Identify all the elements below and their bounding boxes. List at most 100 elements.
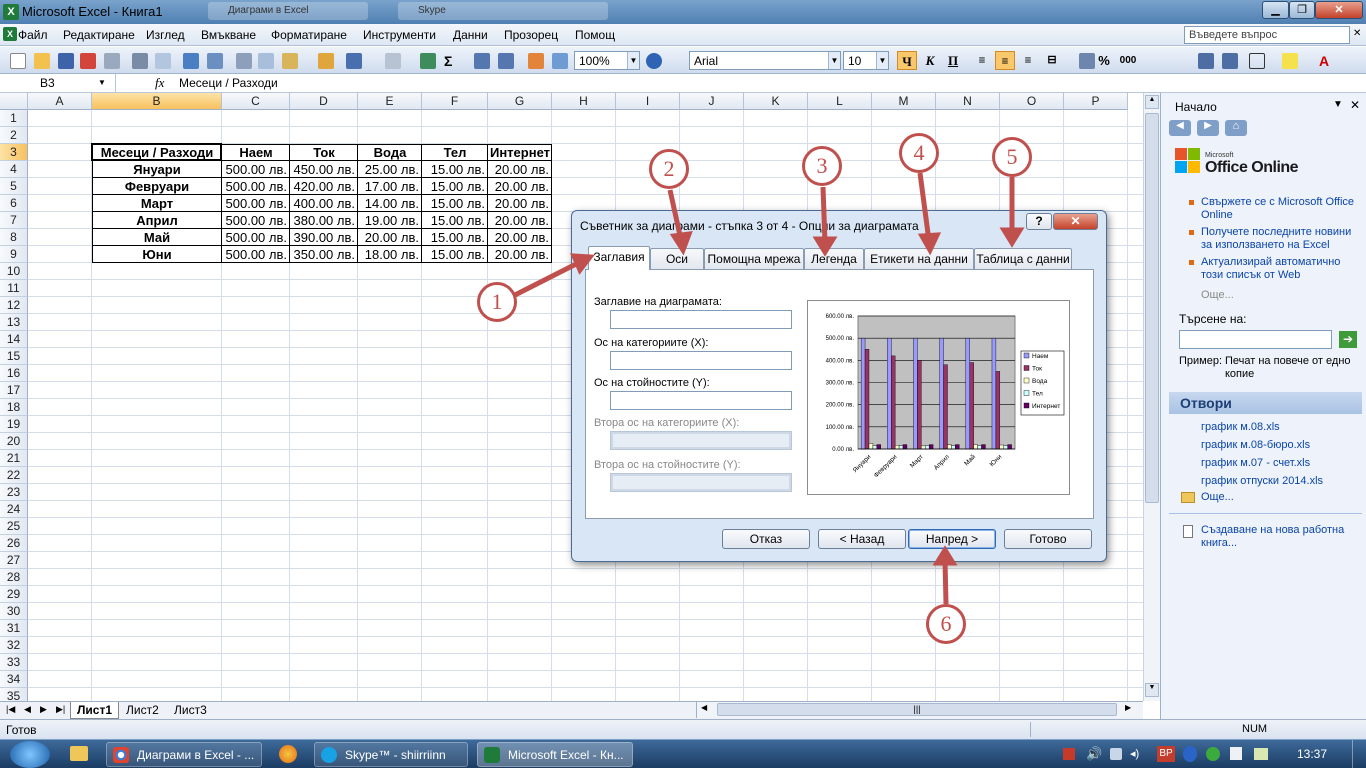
start-button-icon[interactable] [10, 741, 50, 768]
row-header-6[interactable]: 6 [0, 195, 28, 212]
column-header-M[interactable]: M [872, 93, 936, 110]
finish-button[interactable]: Готово [1004, 529, 1092, 549]
underline-button[interactable]: П [943, 51, 963, 70]
row-header-27[interactable]: 27 [0, 552, 28, 569]
row-header-28[interactable]: 28 [0, 569, 28, 586]
sheet-tab-1[interactable]: Лист1 [70, 702, 120, 719]
minimize-icon[interactable]: ▁ [1262, 1, 1289, 19]
copy-icon[interactable] [258, 53, 274, 69]
link-more-online[interactable]: Още... [1201, 289, 1361, 302]
font-select[interactable]: Arial ▼ [689, 51, 841, 70]
menu-edit[interactable]: Редактиране [63, 28, 135, 42]
new-icon[interactable] [10, 53, 26, 69]
row-header-21[interactable]: 21 [0, 450, 28, 467]
cut-icon[interactable] [236, 53, 252, 69]
fill-color-icon[interactable] [1282, 53, 1298, 69]
row-header-32[interactable]: 32 [0, 637, 28, 654]
link-new-workbook[interactable]: Създаване на нова работна книга... [1201, 524, 1361, 550]
column-header-O[interactable]: O [1000, 93, 1064, 110]
currency-icon[interactable] [1079, 53, 1095, 69]
sheet-tab-2[interactable]: Лист2 [120, 702, 165, 719]
task-skype[interactable]: Skype™ - shiirriinn [314, 742, 468, 767]
task-chrome[interactable]: Диаграми в Excel - ... [106, 742, 262, 767]
font-size-select[interactable]: 10 ▼ [843, 51, 889, 70]
category-axis-input[interactable] [610, 351, 792, 370]
column-header-K[interactable]: K [744, 93, 808, 110]
menu-help[interactable]: Помощ [575, 28, 615, 42]
spelling-icon[interactable] [183, 53, 199, 69]
close-dialog-button[interactable]: ✕ [1053, 213, 1098, 230]
task-excel[interactable]: Microsoft Excel - Кн... [477, 742, 633, 767]
row-header-22[interactable]: 22 [0, 467, 28, 484]
fx-icon[interactable]: fx [155, 75, 164, 91]
bold-button[interactable]: Ч [897, 51, 917, 70]
ask-question-input[interactable]: Въведете въпрос [1184, 26, 1350, 44]
vertical-scrollbar[interactable]: ▲ ▼ [1143, 93, 1160, 701]
sheet-tab-3[interactable]: Лист3 [168, 702, 213, 719]
chevron-down-icon[interactable]: ▼ [876, 52, 888, 69]
forward-icon[interactable]: ▶ [1197, 120, 1219, 136]
row-header-4[interactable]: 4 [0, 161, 28, 178]
hyperlink-icon[interactable] [420, 53, 436, 69]
maximize-icon[interactable]: ❐ [1289, 1, 1315, 19]
row-header-35[interactable]: 35 [0, 688, 28, 701]
scroll-down-icon[interactable]: ▼ [1145, 683, 1159, 697]
back-icon[interactable]: ◀ [1169, 120, 1191, 136]
row-header-25[interactable]: 25 [0, 518, 28, 535]
italic-button[interactable]: К [920, 51, 940, 70]
tab-legend[interactable]: Легенда [804, 248, 864, 269]
row-header-20[interactable]: 20 [0, 433, 28, 450]
select-all-corner[interactable] [0, 93, 28, 110]
column-header-H[interactable]: H [552, 93, 616, 110]
align-center-icon[interactable]: ≡ [995, 51, 1015, 70]
thousands-button[interactable]: 000 [1118, 51, 1138, 70]
borders-icon[interactable] [1249, 53, 1265, 69]
column-header-E[interactable]: E [358, 93, 422, 110]
drawing-icon[interactable] [552, 53, 568, 69]
scroll-up-icon[interactable]: ▲ [1145, 95, 1159, 109]
align-right-icon[interactable]: ≡ [1018, 51, 1038, 70]
row-header-8[interactable]: 8 [0, 229, 28, 246]
next-button[interactable]: Напред > [908, 529, 996, 549]
row-header-12[interactable]: 12 [0, 297, 28, 314]
row-header-7[interactable]: 7 [0, 212, 28, 229]
row-header-19[interactable]: 19 [0, 416, 28, 433]
font-color-icon[interactable]: A [1316, 53, 1332, 69]
row-header-13[interactable]: 13 [0, 314, 28, 331]
column-header-P[interactable]: P [1064, 93, 1128, 110]
row-header-29[interactable]: 29 [0, 586, 28, 603]
tab-data-labels[interactable]: Етикети на данни [864, 248, 974, 269]
row-header-3[interactable]: 3 [0, 144, 28, 161]
cancel-button[interactable]: Отказ [722, 529, 810, 549]
merge-center-icon[interactable]: ⊟ [1042, 51, 1062, 70]
home-icon[interactable]: ⌂ [1225, 120, 1247, 136]
scroll-thumb[interactable]: ||| [717, 703, 1117, 716]
value-axis-input[interactable] [610, 391, 792, 410]
tab-axes[interactable]: Оси [650, 248, 704, 269]
autosum-icon[interactable]: Σ [444, 53, 460, 69]
tray-network-icon[interactable] [1110, 748, 1122, 760]
menu-file[interactable]: Файл [18, 28, 48, 42]
save-icon[interactable] [58, 53, 74, 69]
row-header-17[interactable]: 17 [0, 382, 28, 399]
row-header-26[interactable]: 26 [0, 535, 28, 552]
undo-icon[interactable] [346, 53, 362, 69]
prev-sheet-icon[interactable]: ◀ [24, 704, 31, 715]
row-header-16[interactable]: 16 [0, 365, 28, 382]
percent-button[interactable]: % [1094, 51, 1114, 70]
row-header-10[interactable]: 10 [0, 263, 28, 280]
recent-file-2[interactable]: график м.08-бюро.xls [1201, 439, 1361, 452]
print-preview-icon[interactable] [155, 53, 171, 69]
row-header-34[interactable]: 34 [0, 671, 28, 688]
zoom-select[interactable]: 100% ▼ [574, 51, 640, 70]
back-button[interactable]: < Назад [818, 529, 906, 549]
menu-insert[interactable]: Вмъкване [201, 28, 256, 42]
row-header-1[interactable]: 1 [0, 110, 28, 127]
print-icon[interactable] [132, 53, 148, 69]
link-connect-office-online[interactable]: Свържете се с Microsoft Office Online [1201, 196, 1361, 222]
research-icon[interactable] [207, 53, 223, 69]
chevron-down-icon[interactable]: ▼ [1333, 99, 1343, 110]
column-header-J[interactable]: J [680, 93, 744, 110]
menu-window[interactable]: Прозорец [504, 28, 558, 42]
help-button[interactable]: ? [1026, 213, 1052, 230]
